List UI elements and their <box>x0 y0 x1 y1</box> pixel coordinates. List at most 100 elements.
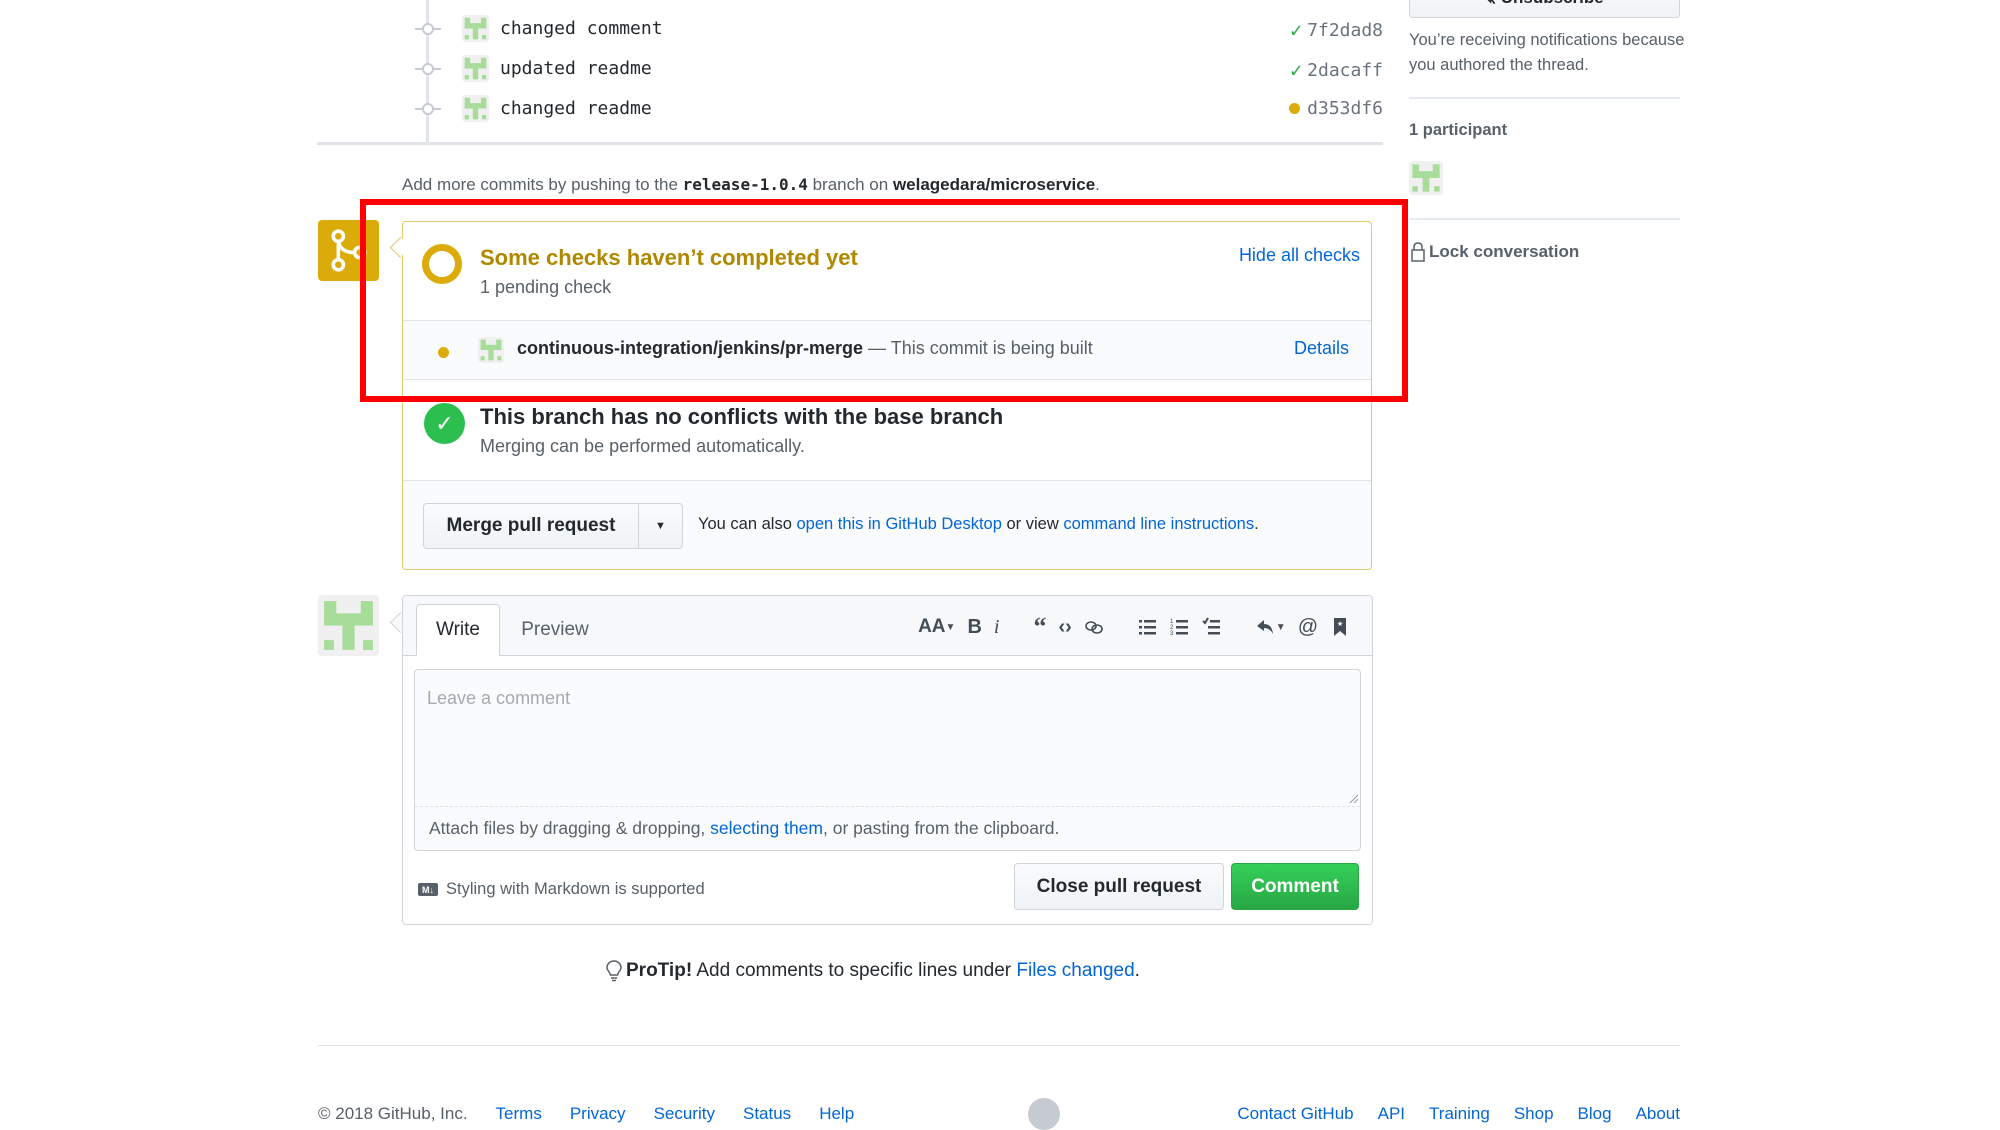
check-details-link[interactable]: Details <box>1294 338 1349 359</box>
pending-dot-icon <box>438 347 449 358</box>
commit-row: changed readme d353df6 <box>415 91 1383 127</box>
markdown-hint[interactable]: M↓ Styling with Markdown is supported <box>418 880 705 899</box>
sidebar-divider <box>1409 218 1680 220</box>
commit-sha-link[interactable]: d353df6 <box>1307 98 1383 119</box>
bold-icon[interactable]: B <box>967 616 981 639</box>
commit-sha-link[interactable]: 2dacaff <box>1307 60 1383 81</box>
attach-suffix: , or pasting from the clipboard. <box>823 818 1060 838</box>
merge-pull-request-button[interactable]: Merge pull request <box>424 504 639 548</box>
tab-write[interactable]: Write <box>416 604 500 656</box>
attach-prefix: Attach files by dragging & dropping, <box>429 818 711 838</box>
protip: ProTip! Add comments to specific lines u… <box>606 960 1140 982</box>
commit-status: d353df6 <box>1289 98 1383 119</box>
commit-node-icon <box>415 103 441 115</box>
hide-all-checks-link[interactable]: Hide all checks <box>1239 245 1360 266</box>
commit-row: changed comment ✓ 7f2dad8 <box>415 11 1383 47</box>
command-line-instructions-link[interactable]: command line instructions <box>1063 515 1254 533</box>
commit-message-link[interactable]: updated readme <box>500 58 652 79</box>
footer-link-blog[interactable]: Blog <box>1578 1104 1612 1124</box>
footer-link-privacy[interactable]: Privacy <box>570 1104 626 1124</box>
footer-link-about[interactable]: About <box>1636 1104 1680 1124</box>
markdown-hint-text: Styling with Markdown is supported <box>446 880 705 898</box>
check-context: continuous-integration/jenkins/pr-merge <box>517 338 864 358</box>
unsubscribe-label: Unsubscribe <box>1501 0 1604 8</box>
open-github-desktop-link[interactable]: open this in GitHub Desktop <box>796 515 1001 533</box>
commit-author-avatar[interactable] <box>462 15 489 42</box>
lock-conversation-link[interactable]: Lock conversation <box>1411 242 1579 262</box>
header-text-icon[interactable]: AA ▼ <box>918 616 955 638</box>
link-icon[interactable] <box>1084 617 1104 637</box>
ordered-list-icon[interactable]: 123 <box>1170 617 1190 637</box>
check-description: continuous-integration/jenkins/pr-merge … <box>517 338 1093 359</box>
mute-icon: 🔇︎ <box>1485 0 1496 8</box>
unsubscribe-button[interactable]: 🔇︎ Unsubscribe <box>1409 0 1680 18</box>
add-more-middle: branch on <box>807 175 893 194</box>
code-icon[interactable]: ‹› <box>1058 616 1071 639</box>
github-logo-icon[interactable] <box>1028 1098 1060 1130</box>
protip-suffix: . <box>1134 960 1140 981</box>
close-pull-request-button[interactable]: Close pull request <box>1014 863 1224 910</box>
comment-form-header: Write Preview AA ▼ B i “ ‹› 123 ▼ @ ★ <box>403 596 1372 656</box>
alt-middle: or view <box>1001 515 1064 533</box>
merge-button-group: Merge pull request ▼ <box>423 503 683 549</box>
protip-label: ProTip! <box>626 960 693 981</box>
commit-node-icon <box>415 63 441 75</box>
footer-link-shop[interactable]: Shop <box>1514 1104 1554 1124</box>
user-avatar[interactable] <box>318 595 379 656</box>
resize-handle-icon[interactable] <box>1348 793 1358 803</box>
footer-link-training[interactable]: Training <box>1429 1104 1490 1124</box>
commit-author-avatar[interactable] <box>462 95 489 122</box>
comment-submit-button[interactable]: Comment <box>1231 863 1359 910</box>
svg-text:★: ★ <box>1337 620 1343 628</box>
footer-link-contact[interactable]: Contact GitHub <box>1237 1104 1353 1124</box>
pending-dot-icon[interactable] <box>1289 103 1301 114</box>
notification-reason: You’re receiving notifications because y… <box>1409 31 1685 74</box>
saved-reply-icon[interactable]: ★ <box>1330 617 1350 637</box>
merge-method-dropdown[interactable]: ▼ <box>639 504 682 548</box>
participants-label: 1 participant <box>1409 121 1508 139</box>
caret-down-icon: ▼ <box>655 520 666 532</box>
footer-link-terms[interactable]: Terms <box>496 1104 542 1124</box>
lock-conversation-label: Lock conversation <box>1429 242 1580 261</box>
footer-link-security[interactable]: Security <box>654 1104 715 1124</box>
sidebar-divider <box>1409 97 1680 99</box>
files-changed-link[interactable]: Files changed <box>1016 960 1134 981</box>
quote-icon[interactable]: “ <box>1033 612 1046 642</box>
alt-suffix: . <box>1254 515 1259 533</box>
check-avatar <box>478 337 504 363</box>
light-bulb-icon <box>606 960 622 982</box>
commit-node-icon <box>415 23 441 35</box>
svg-text:3: 3 <box>1170 631 1174 637</box>
participant-avatar[interactable] <box>1409 161 1443 195</box>
footer-link-api[interactable]: API <box>1378 1104 1405 1124</box>
footer-right: Contact GitHub API Training Shop Blog Ab… <box>1237 1104 1680 1124</box>
unordered-list-icon[interactable] <box>1138 617 1158 637</box>
mention-icon[interactable]: @ <box>1298 616 1318 639</box>
select-files-link[interactable]: selecting them <box>710 818 823 838</box>
comment-textarea[interactable] <box>415 670 1360 807</box>
check-icon[interactable]: ✓ <box>1290 58 1302 82</box>
commit-author-avatar[interactable] <box>462 55 489 82</box>
add-more-prefix: Add more commits by pushing to the <box>402 175 683 194</box>
commit-message-link[interactable]: changed readme <box>500 98 652 119</box>
commit-message-link[interactable]: changed comment <box>500 18 663 39</box>
commit-row: updated readme ✓ 2dacaff <box>415 51 1383 87</box>
check-circle-icon: ✓ <box>424 403 465 444</box>
checks-subtitle: 1 pending check <box>480 277 612 297</box>
add-more-commits-text: Add more commits by pushing to the relea… <box>402 175 1100 195</box>
task-list-icon[interactable] <box>1202 617 1222 637</box>
footer-link-status[interactable]: Status <box>743 1104 791 1124</box>
footer-link-help[interactable]: Help <box>819 1104 854 1124</box>
add-more-suffix: . <box>1095 175 1100 194</box>
tab-preview[interactable]: Preview <box>500 604 610 656</box>
repo-name: welagedara/microservice <box>892 175 1096 194</box>
mergeability-subtitle: Merging can be performed automatically. <box>480 436 805 456</box>
lock-icon <box>1411 242 1425 262</box>
commit-sha-link[interactable]: 7f2dad8 <box>1307 20 1383 41</box>
markdown-icon: M↓ <box>418 883 438 896</box>
protip-text: Add comments to specific lines under <box>692 960 1017 981</box>
reply-icon[interactable]: ▼ <box>1256 617 1286 637</box>
italic-icon[interactable]: i <box>994 616 1000 639</box>
pending-status-icon <box>422 244 462 284</box>
check-icon[interactable]: ✓ <box>1290 18 1302 42</box>
